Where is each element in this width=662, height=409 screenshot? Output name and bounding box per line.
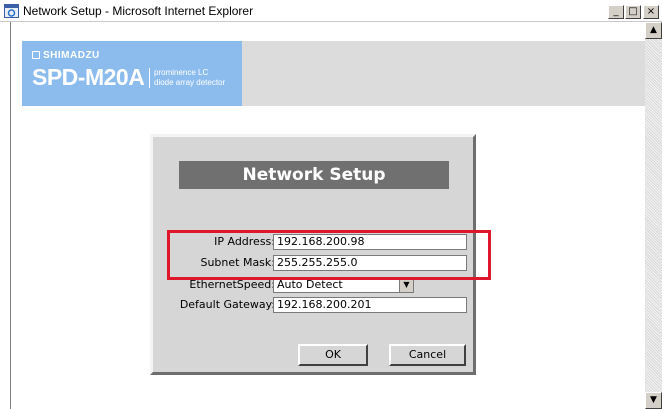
window-title: Network Setup - Microsoft Internet Explo… <box>23 4 254 18</box>
product-tagline: prominence LC diode array detector <box>149 68 225 88</box>
cancel-button[interactable]: Cancel <box>389 344 466 366</box>
model-name: SPD-M20A <box>32 64 145 90</box>
logo-banner: SHIMADZU SPD-M20A prominence LC diode ar… <box>22 41 242 106</box>
brand-name: SHIMADZU <box>32 50 100 61</box>
highlight-box <box>167 230 491 280</box>
minimize-button[interactable]: _ <box>608 5 624 19</box>
title-bar: Network Setup - Microsoft Internet Explo… <box>0 0 662 22</box>
header-bar <box>242 41 645 106</box>
maximize-button[interactable]: □ <box>625 5 641 19</box>
browser-viewport: SHIMADZU SPD-M20A prominence LC diode ar… <box>11 22 645 409</box>
window-left-frame <box>0 22 11 409</box>
vertical-scrollbar[interactable]: ▲ ▼ <box>645 22 662 409</box>
ok-button[interactable]: OK <box>298 344 368 366</box>
close-button[interactable]: × <box>643 5 659 19</box>
internet-explorer-icon <box>4 4 19 18</box>
scroll-up-button[interactable]: ▲ <box>645 22 662 39</box>
default-gateway-input[interactable]: 192.168.200.201 <box>273 297 467 313</box>
shimadzu-logo-icon <box>32 51 40 59</box>
default-gateway-label: Default Gateway: <box>179 298 275 311</box>
panel-title: Network Setup <box>179 161 449 189</box>
scroll-down-button[interactable]: ▼ <box>645 392 662 409</box>
chevron-down-icon[interactable]: ▼ <box>399 278 413 292</box>
